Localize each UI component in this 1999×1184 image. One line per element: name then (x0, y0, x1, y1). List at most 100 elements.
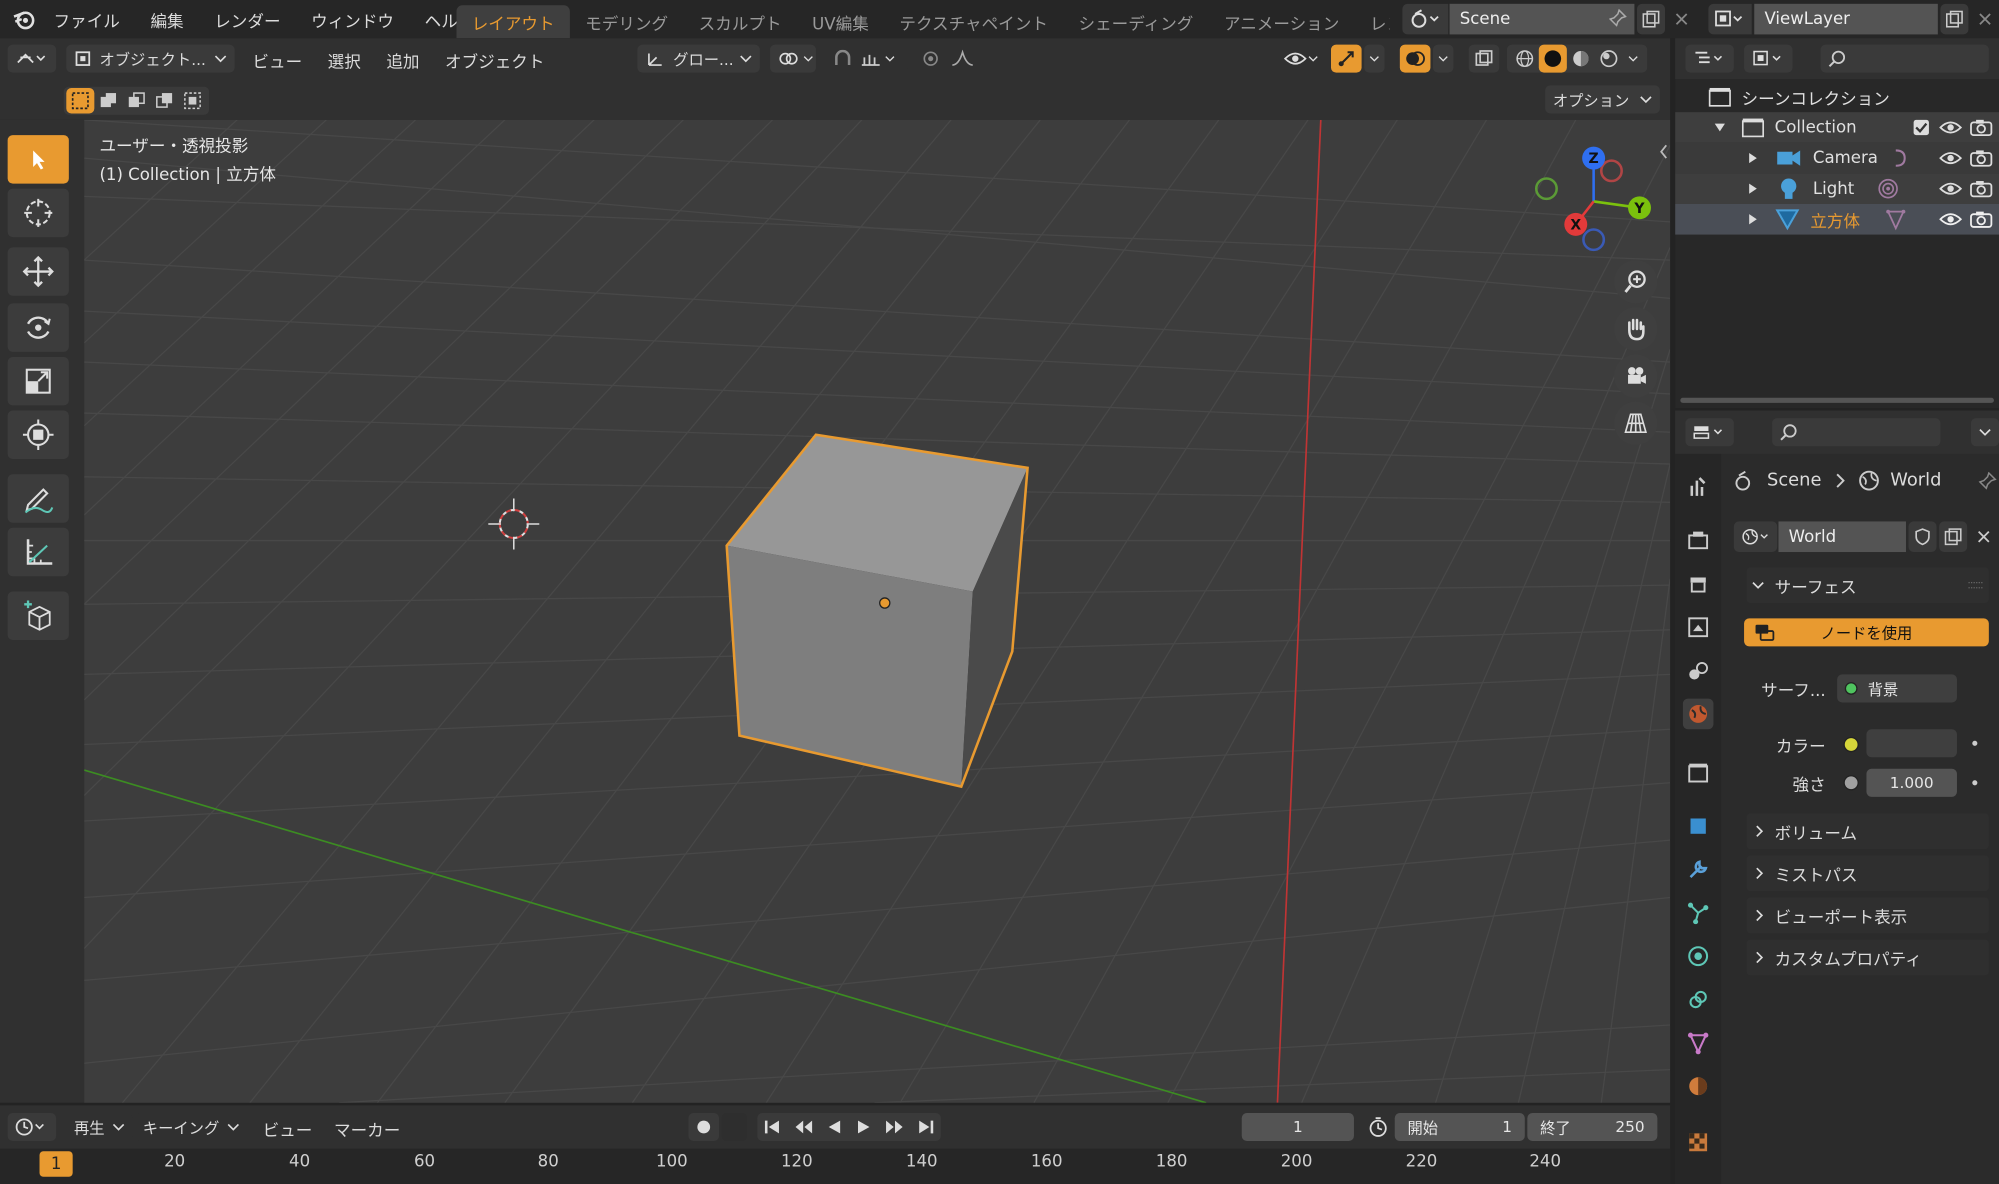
scale-tool[interactable] (7, 356, 69, 406)
world-tab-icon[interactable] (1682, 698, 1714, 730)
zoom-button[interactable] (1614, 260, 1658, 304)
strength-field[interactable]: 1.000 (1866, 768, 1957, 797)
material-shading-icon[interactable] (1567, 45, 1595, 73)
surface-shader-field[interactable]: 背景 (1837, 674, 1957, 703)
measure-tool[interactable] (7, 527, 69, 577)
navigation-gizmo[interactable]: Z Y X (1525, 138, 1665, 265)
object-tab-icon[interactable] (1683, 811, 1714, 842)
options-dropdown[interactable]: オプション (1545, 85, 1660, 114)
fake-user-shield-icon[interactable] (1908, 521, 1937, 553)
current-frame-field[interactable]: 1 (1241, 1112, 1354, 1142)
snap-toggle[interactable] (823, 44, 908, 73)
pan-button[interactable] (1614, 307, 1658, 351)
use-nodes-button[interactable]: ノードを使用 (1744, 618, 1989, 647)
menu-render[interactable]: レンダー (214, 7, 280, 31)
chevron-down-icon[interactable] (1623, 45, 1643, 73)
view-layer-tab-icon[interactable] (1683, 612, 1714, 643)
blender-logo-icon[interactable] (5, 0, 43, 38)
world-browse-button[interactable] (1733, 521, 1778, 553)
select-invert-icon[interactable] (150, 88, 178, 113)
play-icon[interactable] (849, 1113, 880, 1141)
eye-icon[interactable] (1939, 210, 1963, 228)
jump-start-icon[interactable] (757, 1113, 788, 1141)
camera-view-button[interactable] (1614, 354, 1658, 398)
camera-data-icon[interactable] (1892, 148, 1907, 168)
outliner-scene-collection[interactable]: シーンコレクション (1675, 82, 1999, 113)
select-box-tool[interactable] (7, 135, 69, 184)
scene-name-field[interactable]: Scene (1449, 3, 1635, 35)
menu-select[interactable]: 選択 (328, 48, 361, 73)
end-frame-field[interactable]: 終了 250 (1527, 1112, 1658, 1142)
play-reverse-icon[interactable] (818, 1113, 849, 1141)
collection-tab-icon[interactable] (1683, 757, 1714, 788)
outliner-row-cube[interactable]: 立方体 (1675, 203, 1999, 235)
viewport-display-panel-header[interactable]: ビューポート表示 (1746, 897, 1989, 934)
annotate-tool[interactable] (7, 474, 69, 523)
texture-tab-icon[interactable] (1683, 1127, 1714, 1158)
wireframe-shading-icon[interactable] (1511, 45, 1539, 73)
tool-tab-icon[interactable] (1683, 472, 1714, 503)
solid-shading-icon[interactable] (1538, 44, 1567, 73)
new-viewlayer-icon[interactable] (1940, 3, 1969, 35)
mesh-data-tab-icon[interactable] (1683, 1028, 1714, 1059)
color-keyframe-dot[interactable] (1972, 740, 1978, 746)
checkbox-checked-icon[interactable] (1912, 119, 1930, 137)
pivot-point-dropdown[interactable] (770, 44, 816, 73)
timeline-marker-menu[interactable]: マーカー (334, 1117, 400, 1141)
output-tab-icon[interactable] (1683, 569, 1714, 600)
visibility-dropdown[interactable] (1274, 44, 1324, 73)
properties-editor-type[interactable] (1685, 418, 1734, 447)
new-world-icon[interactable] (1939, 521, 1968, 553)
drag-handle-icon[interactable] (1968, 580, 1984, 590)
render-camera-icon[interactable] (1970, 149, 1993, 167)
transform-tool[interactable] (7, 410, 69, 459)
tab-layout[interactable]: レイアウト (456, 5, 570, 39)
keying-dropdown[interactable]: キーイング (135, 1112, 248, 1142)
outliner-row-camera[interactable]: Camera (1675, 142, 1999, 174)
menu-file[interactable]: ファイル (54, 7, 120, 31)
editor-type-button[interactable] (7, 44, 57, 73)
viewlayer-browse-button[interactable] (1708, 3, 1752, 35)
pin-icon[interactable] (1978, 471, 1997, 490)
menu-edit[interactable]: 編集 (150, 7, 183, 31)
proportional-editing[interactable] (912, 44, 990, 73)
tab-modeling[interactable]: モデリング (570, 5, 683, 38)
perspective-toggle-button[interactable] (1614, 401, 1658, 445)
eye-icon[interactable] (1939, 119, 1963, 137)
scene-tab-icon[interactable] (1683, 655, 1714, 686)
mesh-data-icon[interactable] (1884, 208, 1907, 231)
delete-viewlayer-icon[interactable] (1971, 4, 1999, 35)
timeline-view-menu[interactable]: ビュー (263, 1117, 313, 1141)
eye-icon[interactable] (1939, 180, 1963, 198)
mode-dropdown[interactable]: オブジェクト... (66, 44, 235, 73)
eye-icon[interactable] (1939, 149, 1963, 167)
modifier-tab-icon[interactable] (1683, 854, 1714, 885)
overlays-toggle[interactable] (1399, 44, 1431, 73)
auto-keying-options[interactable] (721, 1112, 748, 1142)
render-camera-icon[interactable] (1970, 119, 1993, 137)
transform-orientation-dropdown[interactable]: グロー... (637, 44, 760, 73)
tab-shading[interactable]: シェーディング (1063, 5, 1208, 38)
start-frame-field[interactable]: 開始 1 (1394, 1112, 1525, 1142)
light-data-icon[interactable] (1877, 177, 1900, 200)
overlays-dropdown[interactable] (1432, 44, 1454, 73)
tab-texture-paint[interactable]: テクスチャペイント (884, 5, 1063, 38)
tab-sculpt[interactable]: スカルプト (683, 5, 796, 38)
prev-keyframe-icon[interactable] (788, 1113, 819, 1141)
mist-pass-panel-header[interactable]: ミストパス (1746, 855, 1989, 892)
strength-keyframe-dot[interactable] (1972, 780, 1978, 786)
constraints-tab-icon[interactable] (1683, 984, 1714, 1015)
move-tool[interactable] (7, 247, 69, 296)
menu-view[interactable]: ビュー (252, 48, 302, 73)
unlink-world-icon[interactable] (1970, 521, 1998, 552)
world-name-field[interactable]: World (1778, 521, 1906, 553)
color-swatch[interactable] (1866, 729, 1957, 758)
rendered-shading-icon[interactable] (1595, 45, 1623, 73)
select-subtract-icon[interactable] (122, 88, 150, 113)
gizmo-toggle[interactable] (1330, 44, 1362, 73)
outliner-editor-type[interactable] (1685, 44, 1734, 73)
rotate-tool[interactable] (7, 303, 69, 352)
pin-icon[interactable] (1608, 8, 1627, 27)
delete-scene-icon[interactable] (1668, 4, 1696, 35)
properties-options-dropdown[interactable] (1970, 418, 1999, 447)
